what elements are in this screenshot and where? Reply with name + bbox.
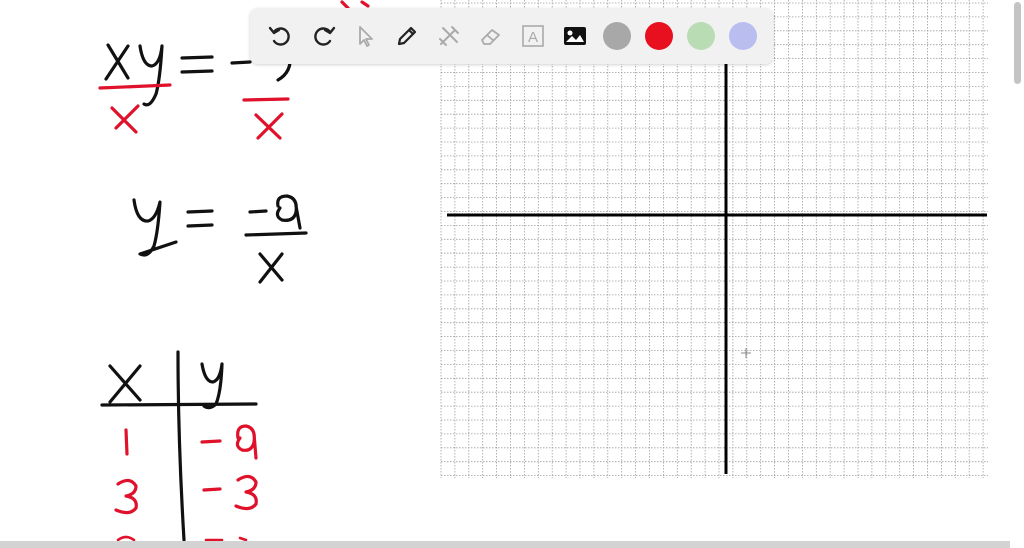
color-swatch-green[interactable] [687, 22, 715, 50]
graph-paper-grid [440, 0, 988, 478]
color-swatch-red[interactable] [645, 22, 673, 50]
crosshair-cursor [741, 348, 751, 358]
undo-icon [268, 26, 290, 46]
tools-icon [439, 26, 459, 46]
eraser-icon [481, 29, 500, 45]
redo-icon [314, 26, 336, 46]
color-swatch-gray[interactable] [603, 22, 631, 50]
vertical-scrollbar-thumb[interactable] [1014, 2, 1021, 84]
pen-tool-button[interactable] [386, 15, 428, 57]
image-icon [564, 27, 586, 45]
eraser-tool-button[interactable] [470, 15, 512, 57]
whiteboard-canvas[interactable] [0, 0, 1024, 548]
undo-button[interactable] [260, 15, 302, 57]
handwritten-equation-2 [132, 194, 308, 284]
select-tool-button[interactable] [344, 15, 386, 57]
text-tool-button[interactable]: A [512, 15, 554, 57]
svg-text:A: A [528, 29, 538, 46]
drawing-toolbar: A [250, 8, 773, 64]
pen-icon [397, 26, 417, 46]
select-arrow-icon [359, 26, 373, 47]
tools-button[interactable] [428, 15, 470, 57]
color-swatch-lavender[interactable] [729, 22, 757, 50]
redo-button[interactable] [302, 15, 344, 57]
text-icon: A [522, 25, 544, 47]
image-tool-button[interactable] [554, 15, 596, 57]
handwritten-table [100, 350, 258, 542]
horizontal-scrollbar[interactable] [0, 541, 1010, 548]
vertical-scrollbar[interactable] [1010, 0, 1024, 548]
